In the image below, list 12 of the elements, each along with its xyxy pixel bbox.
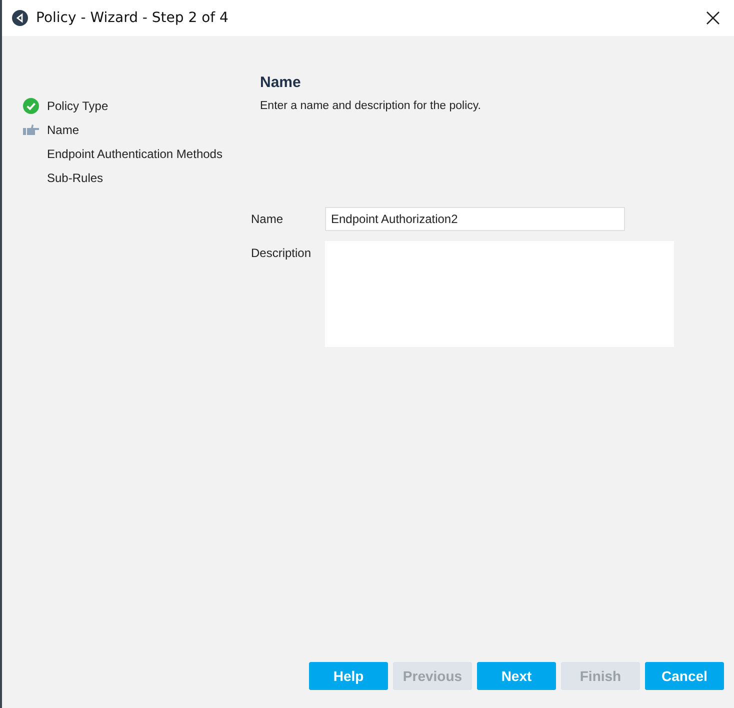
- name-field[interactable]: Endpoint Authorization2: [325, 207, 625, 231]
- app-icon: [12, 10, 28, 26]
- step-label[interactable]: Endpoint Authentication Methods: [47, 147, 222, 161]
- close-icon[interactable]: [706, 11, 720, 25]
- step-label[interactable]: Name: [47, 123, 80, 137]
- step-label[interactable]: Sub-Rules: [47, 171, 104, 185]
- window-title: Policy - Wizard - Step 2 of 4: [36, 10, 230, 26]
- description-label: Description: [251, 245, 312, 260]
- page-heading: Name: [260, 74, 302, 91]
- instruction-text: Enter a name and description for the policy.: [260, 100, 482, 112]
- step-label[interactable]: Policy Type: [47, 99, 108, 113]
- name-label: Name: [251, 211, 284, 226]
